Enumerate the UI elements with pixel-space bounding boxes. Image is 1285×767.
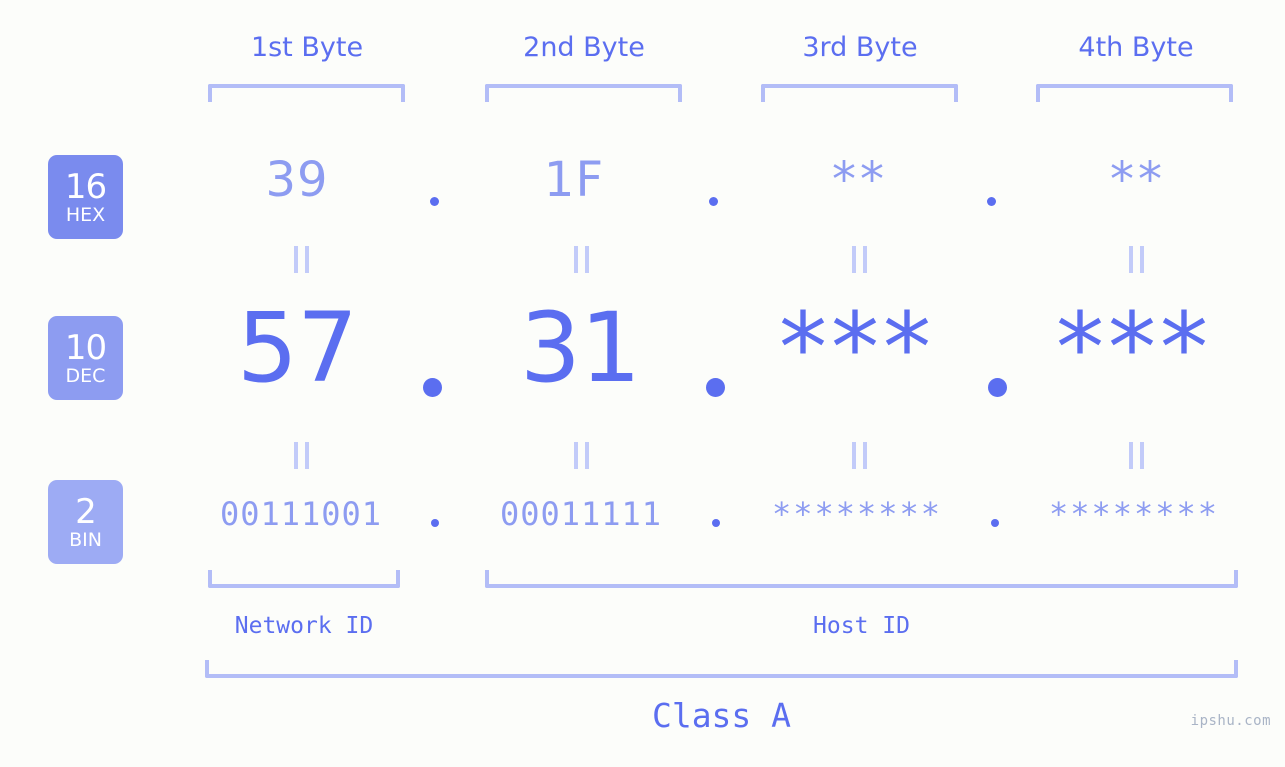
equals-mark-dec-bin-1 (294, 442, 309, 469)
byte-header-3: 3rd Byte (802, 32, 918, 63)
class-label: Class A (651, 696, 792, 735)
base-badge-hex-name: HEX (65, 203, 106, 226)
base-badge-hex: 16 HEX (48, 155, 123, 239)
equals-mark-hex-dec-4 (1129, 246, 1144, 273)
byte-bracket-2 (485, 84, 682, 102)
site-watermark: ipshu.com (1190, 713, 1271, 729)
equals-mark-hex-dec-3 (852, 246, 867, 273)
dec-byte-4: *** (1056, 292, 1212, 404)
byte-header-4: 4th Byte (1078, 32, 1194, 63)
dec-dot-1 (423, 378, 442, 397)
base-badge-bin-name: BIN (69, 528, 102, 551)
equals-mark-dec-bin-2 (574, 442, 589, 469)
equals-mark-hex-dec-2 (574, 246, 589, 273)
bin-dot-2 (712, 519, 720, 527)
hex-byte-2: 1F (543, 152, 605, 208)
ip-address-breakdown-diagram: 1st Byte 2nd Byte 3rd Byte 4th Byte 16 H… (0, 0, 1285, 767)
hex-dot-1 (430, 197, 439, 206)
hex-dot-2 (709, 197, 718, 206)
bin-dot-3 (991, 519, 999, 527)
hex-byte-3: ** (832, 152, 888, 208)
byte-bracket-4 (1036, 84, 1233, 102)
base-badge-bin: 2 BIN (48, 480, 123, 564)
class-bracket (205, 660, 1238, 678)
network-id-bracket (208, 570, 400, 588)
base-badge-hex-number: 16 (64, 166, 107, 207)
base-badge-dec-name: DEC (65, 364, 106, 387)
byte-header-1: 1st Byte (250, 32, 364, 63)
host-id-label: Host ID (813, 613, 910, 639)
byte-bracket-3 (761, 84, 958, 102)
bin-byte-2: 00011111 (499, 495, 663, 533)
base-badge-dec: 10 DEC (48, 316, 123, 400)
equals-mark-dec-bin-3 (852, 442, 867, 469)
byte-header-2: 2nd Byte (523, 32, 645, 63)
base-badge-bin-number: 2 (75, 491, 97, 532)
bin-dot-1 (431, 519, 439, 527)
dec-dot-2 (706, 378, 725, 397)
dec-dot-3 (988, 378, 1007, 397)
dec-byte-1: 57 (236, 292, 358, 404)
hex-byte-1: 39 (265, 152, 329, 208)
host-id-bracket (485, 570, 1238, 588)
network-id-label: Network ID (234, 613, 374, 639)
dec-byte-3: *** (779, 292, 935, 404)
base-badge-dec-number: 10 (64, 327, 107, 368)
hex-byte-4: ** (1110, 152, 1166, 208)
bin-byte-3: ******** (771, 495, 943, 533)
equals-mark-hex-dec-1 (294, 246, 309, 273)
equals-mark-dec-bin-4 (1129, 442, 1144, 469)
byte-bracket-1 (208, 84, 405, 102)
dec-byte-2: 31 (519, 292, 641, 404)
bin-byte-1: 00111001 (219, 495, 383, 533)
bin-byte-4: ******** (1048, 495, 1220, 533)
hex-dot-3 (987, 197, 996, 206)
